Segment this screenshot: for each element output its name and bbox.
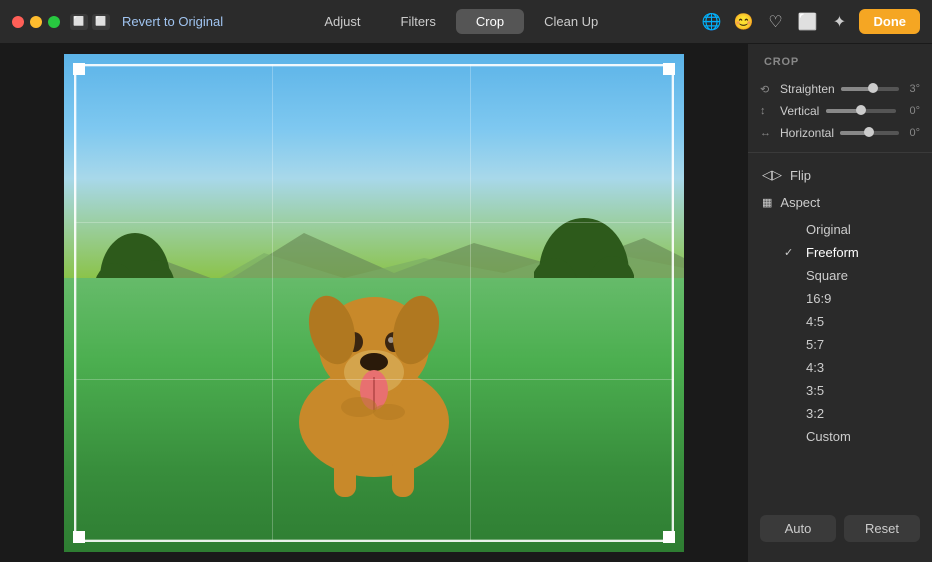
aspect-option-3-2-label: 3:2 [806,406,824,421]
aspect-option-square-label: Square [806,268,848,283]
right-panel: CROP ⟲ Straighten 3° ↕ Vertical 0° ↔ Hor… [747,44,932,562]
aspect-option-3-5[interactable]: 3:5 [748,379,932,402]
revert-button[interactable]: Revert to Original [122,14,223,29]
crop-icon[interactable]: ⬜ [795,10,819,34]
horizontal-icon: ↔ [760,127,774,139]
done-button[interactable]: Done [859,9,920,34]
globe-icon[interactable]: 🌐 [699,10,723,34]
flip-label: Flip [790,168,811,183]
reset-button[interactable]: Reset [844,515,920,542]
nav-tabs: Adjust Filters Crop Clean Up [304,9,618,34]
minimize-button[interactable] [30,16,42,28]
flip-icon: ◁▷ [762,167,782,183]
aspect-option-4-5[interactable]: 4:5 [748,310,932,333]
close-button[interactable] [12,16,24,28]
vertical-row[interactable]: ↕ Vertical 0° [748,100,932,122]
right-controls: 🌐 😊 ♡ ⬜ ✦ Done [699,9,920,34]
tab-crop[interactable]: Crop [456,9,524,34]
dog-subject [264,242,484,502]
aspect-option-freeform-label: Freeform [806,245,859,260]
aspect-option-custom-label: Custom [806,429,851,444]
horizontal-thumb[interactable] [864,127,874,137]
aspect-option-4-3[interactable]: 4:3 [748,356,932,379]
straighten-value: 3° [905,83,920,95]
traffic-lights [12,16,60,28]
checkmark-freeform: ✓ [784,246,800,259]
aspect-option-16-9-label: 16:9 [806,291,831,306]
aspect-option-5-7-label: 5:7 [806,337,824,352]
aspect-option-3-2[interactable]: 3:2 [748,402,932,425]
vertical-slider[interactable] [826,109,896,113]
straighten-thumb[interactable] [868,83,878,93]
tab-filters[interactable]: Filters [381,9,456,34]
vertical-thumb[interactable] [856,105,866,115]
view-toggle-button[interactable]: ⬜ [92,14,110,30]
aspect-icon: ▦ [762,196,772,209]
emoji-icon[interactable]: 😊 [731,10,755,34]
aspect-option-custom[interactable]: Custom [748,425,932,448]
fullscreen-button[interactable] [48,16,60,28]
photo-container [64,54,684,552]
photo-background [64,54,684,552]
panel-bottom: Auto Reset [748,503,932,550]
window-controls: ⬜ ⬜ [70,14,110,30]
aspect-option-5-7[interactable]: 5:7 [748,333,932,356]
aspect-row[interactable]: ▦ Aspect [748,189,932,216]
horizontal-value: 0° [905,127,920,139]
tab-cleanup[interactable]: Clean Up [524,9,618,34]
aspect-option-16-9[interactable]: 16:9 [748,287,932,310]
tab-adjust[interactable]: Adjust [304,9,380,34]
straighten-icon: ⟲ [760,83,774,96]
flip-row[interactable]: ◁▷ Flip [748,161,932,189]
main-content: CROP ⟲ Straighten 3° ↕ Vertical 0° ↔ Hor… [0,44,932,562]
divider-1 [748,152,932,153]
auto-button[interactable]: Auto [760,515,836,542]
heart-icon[interactable]: ♡ [763,10,787,34]
aspect-option-4-5-label: 4:5 [806,314,824,329]
aspect-label: Aspect [780,195,820,210]
vertical-value: 0° [902,105,920,117]
panel-title: CROP [748,56,932,78]
aspect-option-freeform[interactable]: ✓ Freeform [748,241,932,264]
titlebar: ⬜ ⬜ Revert to Original Adjust Filters Cr… [0,0,932,44]
aspect-option-4-3-label: 4:3 [806,360,824,375]
aspect-option-3-5-label: 3:5 [806,383,824,398]
aspect-options: Original ✓ Freeform Square 16:9 4:5 5:7 [748,216,932,450]
aspect-option-square[interactable]: Square [748,264,932,287]
horizontal-row[interactable]: ↔ Horizontal 0° [748,122,932,144]
vertical-label: Vertical [780,104,820,118]
straighten-slider[interactable] [841,87,899,91]
horizontal-label: Horizontal [780,126,834,140]
sidebar-toggle-button[interactable]: ⬜ [70,14,88,30]
straighten-label: Straighten [780,82,835,96]
photo-area[interactable] [0,44,747,562]
straighten-row[interactable]: ⟲ Straighten 3° [748,78,932,100]
aspect-option-original[interactable]: Original [748,218,932,241]
vertical-icon: ↕ [760,105,774,117]
tools-icon[interactable]: ✦ [827,10,851,34]
horizontal-slider[interactable] [840,131,899,135]
aspect-option-original-label: Original [806,222,851,237]
